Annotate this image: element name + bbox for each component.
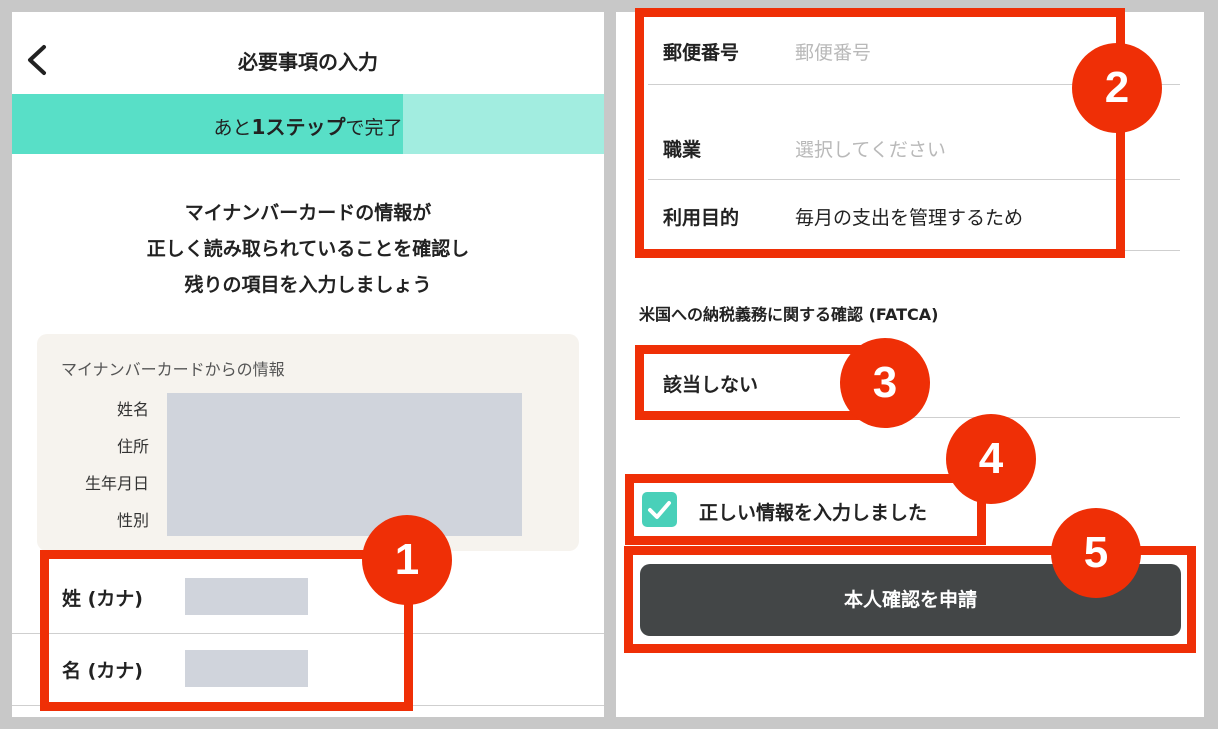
card-label-gender: 性別 (116, 511, 149, 530)
page-title: 必要事項の入力 (238, 50, 378, 74)
card-info-title: マイナンバーカードからの情報 (61, 360, 285, 379)
progress-label: あと1ステップで完了 (12, 111, 604, 140)
kana-last-name-label: 姓 (カナ) (62, 588, 143, 610)
left-screen: 必要事項の入力 あと1ステップで完了 マイナンバーカードの情報が 正しく読み取ら… (12, 12, 604, 717)
kana-first-name-row: 名 (カナ) (12, 634, 604, 706)
intro-line-3: 残りの項目を入力しましょう (184, 274, 432, 296)
occupation-select[interactable]: 選択してください (795, 135, 946, 162)
card-info-masked-values (167, 393, 522, 536)
kana-last-name-field[interactable] (185, 578, 308, 615)
progress-bold: 1ステップ (251, 115, 346, 139)
purpose-label: 利用目的 (663, 207, 740, 229)
marker-5: 5 (1051, 508, 1141, 598)
marker-1: 1 (362, 515, 452, 605)
progress-bar: あと1ステップで完了 (12, 94, 604, 154)
purpose-value[interactable]: 毎月の支出を管理するため (795, 203, 1023, 230)
card-label-name: 姓名 (116, 400, 149, 419)
purpose-row[interactable]: 利用目的 毎月の支出を管理するため (648, 180, 1180, 251)
checkmark-icon (648, 501, 671, 519)
postal-code-input[interactable]: 郵便番号 (795, 38, 871, 65)
card-info-box: マイナンバーカードからの情報 姓名 住所 生年月日 性別 (37, 334, 579, 551)
card-info-labels: 姓名 住所 生年月日 性別 (85, 397, 149, 545)
kana-first-name-field[interactable] (185, 650, 308, 687)
confirm-label[interactable]: 正しい情報を入力しました (699, 498, 927, 525)
marker-3: 3 (840, 338, 930, 428)
marker-4: 4 (946, 414, 1036, 504)
kana-last-name-row: 姓 (カナ) (12, 562, 604, 634)
card-label-birthdate: 生年月日 (84, 474, 149, 493)
progress-prefix: あと (213, 117, 252, 139)
fatca-select[interactable]: 該当しない (663, 370, 758, 397)
postal-code-label: 郵便番号 (663, 42, 740, 64)
fatca-heading: 米国への納税義務に関する確認 (FATCA) (639, 305, 939, 324)
intro-line-1: マイナンバーカードの情報が (184, 202, 432, 224)
progress-suffix: で完了 (345, 117, 403, 139)
intro-line-2: 正しく読み取られていることを確認し (146, 238, 470, 260)
card-label-address: 住所 (116, 437, 149, 456)
kana-first-name-label: 名 (カナ) (62, 660, 143, 682)
confirm-checkbox[interactable] (642, 492, 677, 527)
occupation-label: 職業 (663, 139, 702, 161)
marker-2: 2 (1072, 43, 1162, 133)
intro-text: マイナンバーカードの情報が 正しく読み取られていることを確認し 残りの項目を入力… (12, 195, 604, 303)
